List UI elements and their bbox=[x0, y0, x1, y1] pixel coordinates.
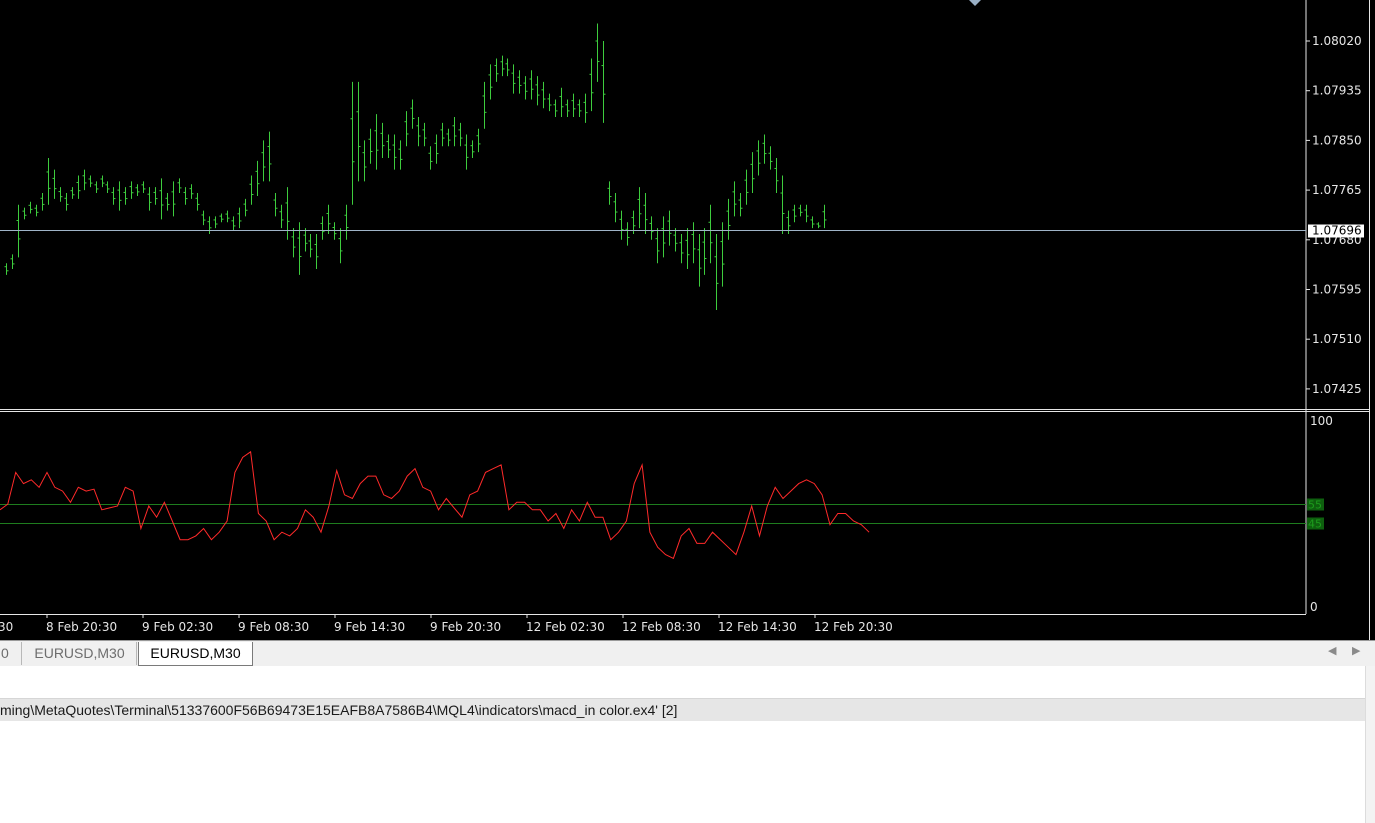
time-tick-label: 12 Feb 14:30 bbox=[718, 620, 797, 634]
price-chart[interactable]: 1.080201.079351.078501.077651.076801.075… bbox=[0, 0, 1375, 640]
time-tick-label: 9 Feb 20:30 bbox=[430, 620, 501, 634]
price-tick-label: 1.07595 bbox=[1312, 283, 1362, 297]
price-tick-label: 1.08020 bbox=[1312, 34, 1362, 48]
time-tick-label: 9 Feb 08:30 bbox=[238, 620, 309, 634]
price-tick-label: 1.07765 bbox=[1312, 183, 1362, 197]
chart-tab-label: 0 bbox=[1, 645, 9, 661]
time-tick-label: 12 Feb 08:30 bbox=[622, 620, 701, 634]
main-price-pane bbox=[0, 0, 1370, 640]
price-tick-label: 1.07935 bbox=[1312, 84, 1362, 98]
time-tick-label: 12 Feb 02:30 bbox=[526, 620, 605, 634]
chart-window[interactable]: 1.08020 1.07935 1.07850 1.07765 1.07680 1.075… bbox=[0, 0, 1375, 640]
toolbox-panel: ming\MetaQuotes\Terminal\51337600F56B694… bbox=[0, 666, 1375, 823]
price-tick-label: 1.07425 bbox=[1312, 382, 1362, 396]
indicator-axis-max: 100 bbox=[1310, 414, 1333, 428]
time-tick-label: 9 Feb 14:30 bbox=[334, 620, 405, 634]
time-tick-label: 8 Feb 20:30 bbox=[46, 620, 117, 634]
indicator-line bbox=[0, 450, 870, 560]
tab-scroll-left-icon[interactable]: ◀ bbox=[1328, 644, 1336, 657]
chart-tab[interactable]: EURUSD,M30 bbox=[23, 642, 137, 665]
chart-tab-active[interactable]: EURUSD,M30 bbox=[138, 642, 253, 666]
price-axis: 1.080201.079351.078501.077651.076801.075… bbox=[1306, 34, 1364, 396]
tab-scroll-right-icon[interactable]: ▶ bbox=[1352, 644, 1360, 657]
journal-row-text: ming\MetaQuotes\Terminal\51337600F56B694… bbox=[0, 702, 678, 718]
toolbox-scrollbar[interactable] bbox=[1365, 666, 1375, 823]
time-tick-label: 9 Feb 02:30 bbox=[142, 620, 213, 634]
chart-tab[interactable]: 0 bbox=[0, 642, 22, 665]
indicator-axis-min: 0 bbox=[1310, 600, 1318, 614]
indicator-subwindow: 100 0 55 45 bbox=[0, 414, 1333, 614]
time-axis: :30 8 Feb 20:30 9 Feb 02:30 9 Feb 08:30 9 Fe… bbox=[0, 614, 893, 634]
price-tick-label: 1.07510 bbox=[1312, 332, 1362, 346]
toolbox-header-area bbox=[0, 666, 1366, 699]
indicator-level-label: 55 bbox=[1308, 499, 1322, 512]
chart-tab-label: EURUSD,M30 bbox=[150, 645, 241, 661]
time-tick-label: 12 Feb 20:30 bbox=[814, 620, 893, 634]
chart-tab-bar: 0 EURUSD,M30 EURUSD,M30 ◀ ▶ bbox=[0, 640, 1375, 666]
price-tick-label: 1.07850 bbox=[1312, 133, 1362, 147]
current-price-label: 1.07696 bbox=[1312, 224, 1362, 238]
shift-marker-icon[interactable] bbox=[969, 0, 981, 6]
chart-tab-label: EURUSD,M30 bbox=[34, 645, 125, 661]
indicator-level-label: 45 bbox=[1308, 518, 1322, 531]
journal-row[interactable]: ming\MetaQuotes\Terminal\51337600F56B694… bbox=[0, 699, 1366, 721]
time-tick-label: :30 bbox=[0, 620, 13, 634]
